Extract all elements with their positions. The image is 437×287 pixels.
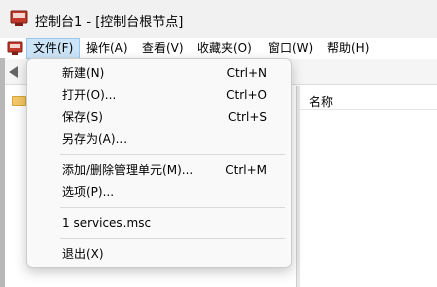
menu-item-recent-file[interactable]: 1 services.msc: [27, 212, 291, 234]
title-bar[interactable]: 控制台1 - [控制台根节点]: [0, 0, 437, 38]
details-pane[interactable]: [300, 86, 437, 287]
menu-item-exit[interactable]: 退出(X): [27, 243, 291, 265]
menu-item-shortcut: Ctrl+M: [225, 163, 267, 177]
menu-window[interactable]: 窗口(W): [262, 38, 319, 59]
back-arrow-icon[interactable]: [9, 66, 18, 78]
menu-item-shortcut: Ctrl+N: [226, 66, 267, 80]
menu-item-label: 退出(X): [62, 247, 104, 261]
menu-separator: [60, 238, 285, 239]
menu-separator: [60, 207, 285, 208]
mmc-window: 控制台1 - [控制台根节点] 文件(F) 操作(A) 查看(V) 收藏夹(O)…: [0, 0, 437, 287]
menu-item-options[interactable]: 选项(P)...: [27, 181, 291, 203]
menu-item-shortcut: Ctrl+O: [226, 88, 267, 102]
menu-help[interactable]: 帮助(H): [321, 38, 375, 59]
menu-bar: 文件(F) 操作(A) 查看(V) 收藏夹(O) 窗口(W) 帮助(H): [0, 38, 437, 59]
menu-action[interactable]: 操作(A): [80, 38, 134, 59]
menu-favorites[interactable]: 收藏夹(O): [191, 38, 258, 59]
menu-item-label: 1 services.msc: [62, 216, 152, 230]
menu-view[interactable]: 查看(V): [136, 38, 190, 59]
column-header-label: 名称: [309, 95, 334, 109]
menu-item-label: 选项(P)...: [62, 185, 115, 199]
menu-item-shortcut: Ctrl+S: [227, 110, 267, 124]
menu-item-label: 新建(N): [62, 66, 105, 80]
menu-item-add-remove-snapin[interactable]: 添加/删除管理单元(M)... Ctrl+M: [27, 159, 291, 181]
system-menu-icon[interactable]: [7, 40, 23, 56]
menu-item-label: 保存(S): [62, 110, 103, 124]
mmc-console-icon[interactable]: [10, 10, 28, 27]
menu-item-save[interactable]: 保存(S) Ctrl+S: [27, 106, 291, 128]
menu-item-new[interactable]: 新建(N) Ctrl+N: [27, 62, 291, 84]
folder-icon[interactable]: [12, 96, 26, 106]
menu-file[interactable]: 文件(F): [26, 38, 81, 59]
menu-item-save-as[interactable]: 另存为(A)...: [27, 128, 291, 150]
menu-item-label: 另存为(A)...: [62, 132, 128, 146]
menu-separator: [60, 154, 285, 155]
menu-item-label: 打开(O)...: [62, 88, 117, 102]
file-menu-dropdown: 新建(N) Ctrl+N 打开(O)... Ctrl+O 保存(S) Ctrl+…: [26, 58, 292, 268]
menu-item-label: 添加/删除管理单元(M)...: [62, 163, 194, 177]
window-title: 控制台1 - [控制台根节点]: [35, 15, 184, 30]
column-header-name[interactable]: 名称: [300, 88, 437, 110]
menu-item-open[interactable]: 打开(O)... Ctrl+O: [27, 84, 291, 106]
